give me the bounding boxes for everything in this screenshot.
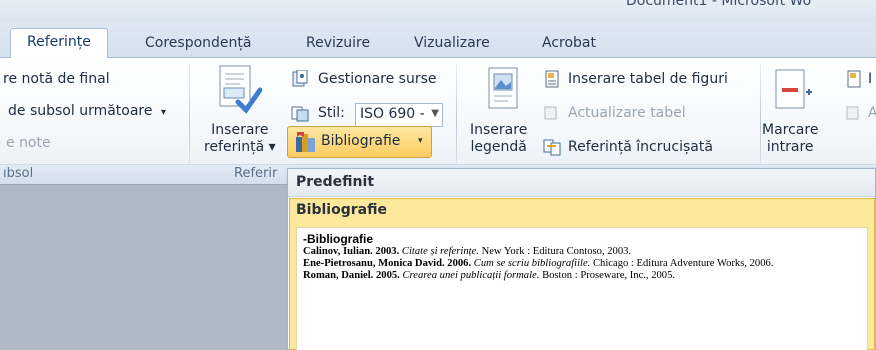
bibliography-preview: -Bibliografie Calinov, Iulian. 2003. Cit… [296, 227, 868, 350]
preview-title: -Bibliografie [303, 232, 374, 246]
manage-sources-icon [292, 70, 308, 87]
gallery-header-label: Predefinit [296, 174, 375, 190]
bibliography-entry: Ene-Pietrosanu, Monica David. 2006. Cum … [303, 258, 774, 269]
update-table-icon: ! [544, 106, 558, 122]
group-label-citations: Referir [234, 166, 278, 181]
bibliography-entry: Calinov, Iulian. 2003. Citate și referin… [303, 246, 632, 257]
insert-caption-button[interactable]: Inserare legendă [470, 122, 527, 156]
gallery-item-bibliography[interactable]: Bibliografie -Bibliografie Calinov, Iuli… [289, 198, 875, 350]
tab-referinte[interactable]: Referințe [10, 28, 108, 59]
mark-entry-button[interactable]: Marcare intrare [762, 122, 818, 156]
bibliography-entry: Roman, Daniel. 2005. Crearea unei public… [303, 270, 676, 281]
tab-corespondenta[interactable]: Corespondență [145, 30, 251, 58]
update-table-button[interactable]: Actualizare tabel [568, 104, 686, 122]
bibliography-label: Bibliografie [321, 133, 401, 149]
insert-index-button[interactable]: I [868, 70, 872, 88]
mark-entry-icon [775, 69, 812, 109]
style-label: Stil: [318, 105, 345, 121]
next-footnote-label: de subsol următoare [8, 103, 153, 119]
insert-endnote-button[interactable]: re notă de final [3, 70, 110, 88]
bibliography-arrow: ▾ [418, 136, 423, 146]
show-notes-button[interactable]: e note [6, 134, 51, 152]
update-index-button[interactable]: A [868, 104, 876, 122]
insert-caption-line1: Inserare [470, 122, 528, 138]
table-of-figures-icon [545, 70, 559, 88]
chevron-down-icon: ▼ [431, 108, 439, 119]
update-index-icon [846, 106, 859, 120]
bibliography-gallery: Predefinit Bibliografie -Bibliografie Ca… [287, 168, 876, 350]
insert-table-of-figures-button[interactable]: Inserare tabel de figuri [568, 70, 728, 88]
style-combo[interactable]: ISO 690 - ▼ [355, 103, 443, 127]
ribbon: re notă de final de subsol următoare ▾ e… [0, 58, 876, 184]
insert-caption-line2: legendă [470, 139, 527, 155]
bibliography-books-icon [296, 132, 315, 152]
document-area [0, 184, 290, 350]
citation-document-icon [219, 65, 262, 114]
insert-citation-button[interactable]: Inserare referință ▾ [204, 122, 276, 156]
manage-sources-button[interactable]: Gestionare surse [318, 70, 437, 88]
group-label-footnotes: ıbsol [3, 166, 34, 181]
insert-citation-line1: Inserare [211, 122, 269, 138]
insert-citation-line2: referință ▾ [204, 139, 276, 155]
window-title: Document1 - Microsoft Wo [626, 0, 812, 9]
ribbon-tab-row: Referințe Corespondență Revizuire Vizual… [0, 22, 876, 59]
cross-reference-button[interactable]: Referință încrucișată [568, 138, 713, 156]
cross-reference-icon [543, 139, 561, 156]
gallery-item-title: Bibliografie [296, 202, 387, 218]
mark-entry-line2: intrare [766, 139, 814, 155]
tab-revizuire[interactable]: Revizuire [306, 30, 370, 58]
tab-vizualizare[interactable]: Vizualizare [414, 30, 490, 58]
caption-picture-icon [488, 67, 518, 109]
next-footnote-button[interactable]: de subsol următoare ▾ [8, 102, 166, 122]
insert-index-icon [847, 70, 861, 88]
next-footnote-arrow: ▾ [160, 107, 166, 118]
bibliography-button[interactable]: Bibliografie ▾ [287, 126, 432, 158]
gallery-section-header: Predefinit [288, 169, 875, 197]
style-combo-value: ISO 690 - [360, 106, 425, 122]
tab-acrobat[interactable]: Acrobat [542, 30, 596, 58]
svg-text:!: ! [554, 109, 558, 122]
mark-entry-line1: Marcare [762, 122, 819, 138]
style-icon [291, 106, 309, 122]
window-title-bar: Document1 - Microsoft Wo [0, 0, 876, 22]
